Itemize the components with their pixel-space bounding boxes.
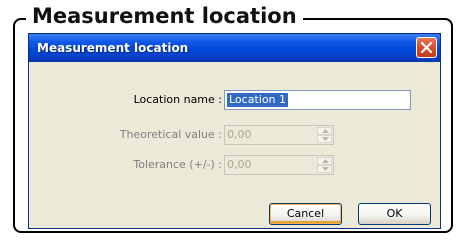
tolerance-stepper[interactable]: 0,00	[224, 155, 334, 175]
location-name-label: Location name :	[133, 93, 222, 106]
theoretical-value-value: 0,00	[227, 128, 252, 141]
location-name-value: Location 1	[227, 93, 289, 107]
theoretical-value-label: Theoretical value :	[119, 128, 222, 141]
arrow-down-icon	[322, 137, 329, 141]
tolerance-decrement-button[interactable]	[317, 165, 332, 173]
theoretical-value-spin-buttons	[317, 127, 332, 143]
theoretical-value-decrement-button[interactable]	[317, 135, 332, 143]
tolerance-spin-buttons	[317, 157, 332, 173]
close-button[interactable]	[416, 37, 437, 58]
ok-button[interactable]: OK	[358, 203, 431, 225]
location-name-row: Location name : Location 1	[32, 90, 437, 110]
location-name-input[interactable]: Location 1	[224, 90, 411, 110]
arrow-up-icon	[322, 129, 329, 133]
tolerance-row: Tolerance (+/-) : 0,00	[32, 155, 437, 175]
arrow-down-icon	[322, 167, 329, 171]
cancel-button[interactable]: Cancel	[269, 203, 342, 225]
section-heading: Measurement location	[26, 1, 303, 31]
tolerance-increment-button[interactable]	[317, 157, 332, 165]
dialog-titlebar[interactable]: Measurement location	[29, 34, 440, 62]
theoretical-value-stepper[interactable]: 0,00	[224, 125, 334, 145]
close-icon	[420, 41, 433, 54]
tolerance-value: 0,00	[227, 158, 252, 171]
dialog-body: Location name : Location 1 Theoretical v…	[32, 62, 437, 226]
arrow-up-icon	[322, 159, 329, 163]
theoretical-value-increment-button[interactable]	[317, 127, 332, 135]
tolerance-label: Tolerance (+/-) :	[133, 158, 222, 171]
theoretical-value-row: Theoretical value : 0,00	[32, 125, 437, 145]
dialog-title: Measurement location	[37, 41, 189, 55]
measurement-location-dialog: Measurement location Location name : Loc…	[28, 33, 441, 229]
